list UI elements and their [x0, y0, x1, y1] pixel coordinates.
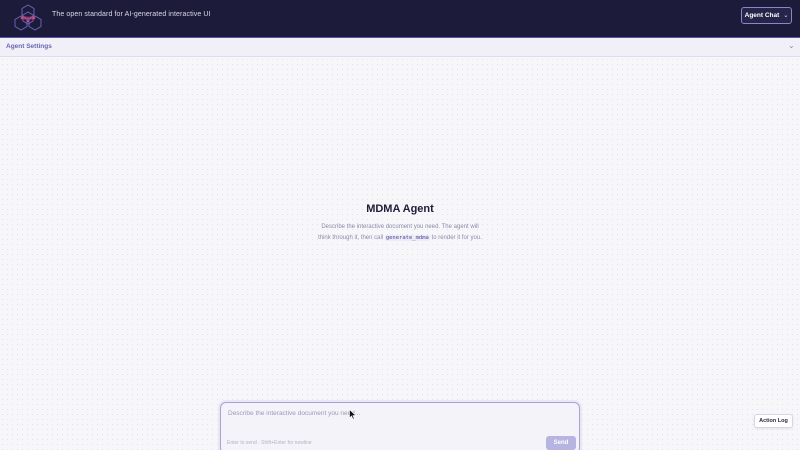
message-input[interactable]: Describe the interactive document you ne… — [228, 410, 528, 417]
composer-hint: Enter to send · Shift+Enter for newline — [227, 440, 312, 446]
mdma-logo[interactable]: MDMA — [14, 4, 42, 32]
chevron-down-icon: ⌄ — [783, 13, 789, 19]
chevron-down-icon: ⌄ — [788, 41, 795, 50]
svg-text:MDMA: MDMA — [21, 16, 34, 21]
header-tagline: The open standard for AI-generated inter… — [52, 11, 211, 18]
mouse-cursor-icon — [349, 409, 357, 420]
send-button[interactable]: Send — [546, 436, 576, 450]
empty-state-description-tail: to render it for you. — [429, 234, 482, 241]
mode-selector-value: Agent Chat — [744, 12, 780, 19]
chat-canvas — [0, 57, 800, 450]
message-composer[interactable]: Describe the interactive document you ne… — [220, 402, 580, 450]
top-header: MDMA The open standard for AI-generated … — [0, 0, 800, 38]
empty-state-title: MDMA Agent — [366, 203, 434, 215]
app-root: MDMA The open standard for AI-generated … — [0, 0, 800, 450]
empty-state-description: Describe the interactive document you ne… — [315, 222, 485, 243]
agent-settings-label: Agent Settings — [6, 43, 52, 50]
mode-selector-dropdown[interactable]: Agent Chat ⌄ — [741, 7, 792, 24]
agent-settings-toggle[interactable]: Agent Settings ⌄ — [0, 38, 800, 57]
inline-code-generate-mdma: generate_mdma — [384, 234, 430, 241]
action-log-button[interactable]: Action Log — [754, 414, 793, 428]
